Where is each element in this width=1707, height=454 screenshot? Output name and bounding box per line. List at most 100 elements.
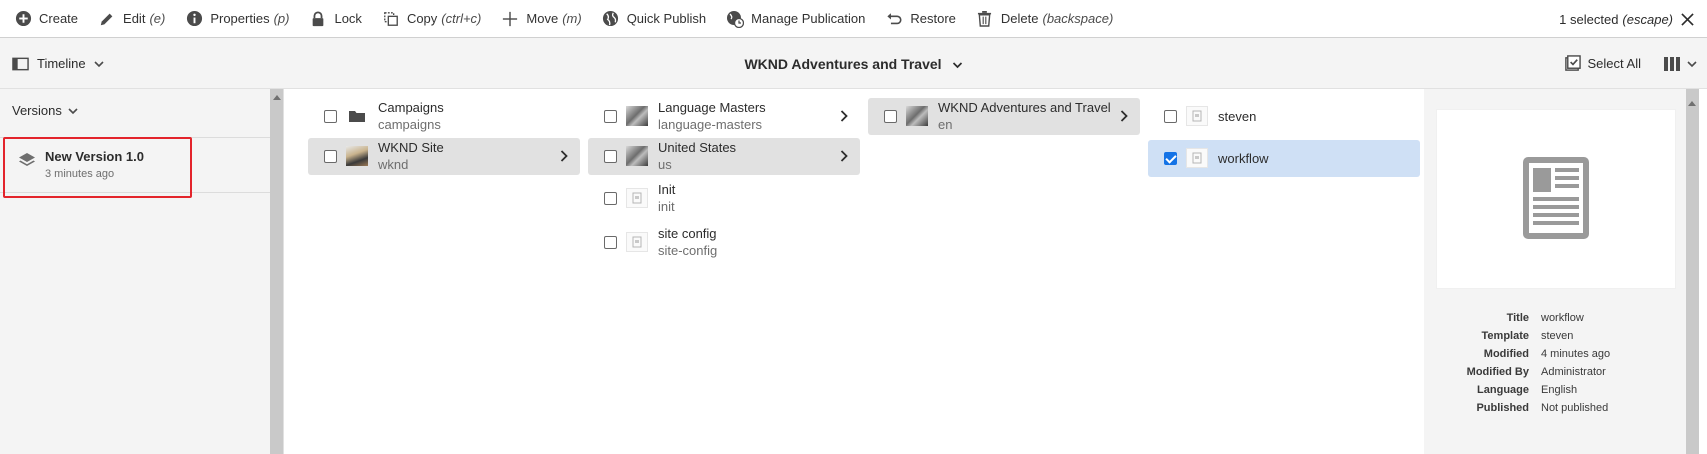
list-item-wknd-adventures[interactable]: WKND Adventures and Travel en: [868, 98, 1140, 135]
chevron-down-icon: [1687, 56, 1697, 71]
select-all-label: Select All: [1587, 56, 1641, 71]
copy-button[interactable]: Copy (ctrl+c): [374, 0, 489, 38]
meta-row: Title workflow: [1436, 309, 1686, 327]
column-view-icon: [1663, 56, 1681, 72]
meta-key: Modified: [1483, 348, 1529, 360]
document-icon: [1523, 156, 1589, 242]
edit-shortcut: (e): [149, 11, 166, 26]
checkbox[interactable]: [604, 192, 617, 205]
checkbox[interactable]: [884, 110, 897, 123]
meta-value: steven: [1541, 330, 1574, 342]
checkbox[interactable]: [604, 150, 617, 163]
preview-thumbnail: [1436, 109, 1676, 289]
list-item-wknd-site[interactable]: WKND Site wknd: [308, 138, 580, 175]
manage-publication-label: Manage Publication: [751, 11, 866, 26]
meta-key: Modified By: [1466, 366, 1529, 378]
column-4: steven workflow: [1144, 89, 1424, 454]
meta-row: Modified By Administrator: [1436, 363, 1686, 381]
item-name: language-masters: [658, 117, 763, 132]
lock-button[interactable]: Lock: [301, 0, 369, 38]
select-all-button[interactable]: Select All: [1564, 55, 1641, 72]
item-title: United States: [658, 140, 737, 155]
quick-publish-label: Quick Publish: [626, 11, 707, 26]
chevron-right-icon[interactable]: [1120, 110, 1128, 125]
meta-row: Language English: [1436, 381, 1686, 399]
info-icon: [185, 10, 203, 28]
lock-label: Lock: [334, 11, 362, 26]
move-icon: [501, 10, 519, 28]
page-thumbnail: [906, 106, 928, 126]
version-item[interactable]: New Version 1.0 3 minutes ago: [3, 137, 192, 198]
trash-icon: [976, 10, 994, 28]
rail-toggle-label: Timeline: [37, 56, 86, 71]
page-title: WKND Adventures and Travel: [744, 55, 942, 72]
close-icon[interactable]: [1679, 11, 1695, 27]
view-switcher[interactable]: [1663, 56, 1697, 72]
checkbox[interactable]: [604, 110, 617, 123]
meta-value: English: [1541, 384, 1578, 396]
meta-row: Template steven: [1436, 327, 1686, 345]
copy-icon: [382, 10, 400, 28]
rail-icon: [12, 57, 29, 71]
copy-label: Copy: [406, 11, 438, 26]
item-name: site-config: [658, 243, 718, 258]
checkbox[interactable]: [1164, 110, 1177, 123]
page-icon: [626, 188, 648, 208]
undo-icon: [885, 10, 903, 28]
rail-scrollbar[interactable]: [270, 89, 283, 454]
meta-row: Modified 4 minutes ago: [1436, 345, 1686, 363]
list-item-workflow[interactable]: workflow: [1148, 140, 1420, 177]
lock-icon: [309, 10, 327, 28]
list-item-steven[interactable]: steven: [1148, 98, 1420, 135]
page-icon: [1186, 148, 1208, 168]
properties-button[interactable]: Properties (p): [177, 0, 297, 38]
column-1: Campaigns campaigns WKND Site wknd: [284, 89, 584, 454]
properties-label: Properties: [210, 11, 270, 26]
globe-clock-icon: [726, 10, 745, 28]
checkbox[interactable]: [324, 110, 337, 123]
list-item-init[interactable]: Init init: [588, 180, 860, 217]
list-item-site-config[interactable]: site config site-config: [588, 224, 860, 261]
chevron-down-icon: [952, 56, 963, 72]
rail-toggle-button[interactable]: Timeline: [12, 38, 104, 89]
main-scrollbar[interactable]: [1686, 89, 1699, 454]
checkbox[interactable]: [604, 236, 617, 249]
page-title-area: WKND Adventures and Travel: [0, 38, 1707, 89]
edit-button[interactable]: Edit (e): [90, 0, 173, 38]
chevron-right-icon[interactable]: [840, 110, 848, 125]
checkbox-checked[interactable]: [1164, 152, 1177, 165]
move-button[interactable]: Move (m): [493, 0, 589, 38]
create-label: Create: [39, 11, 79, 26]
manage-publication-button[interactable]: Manage Publication: [718, 0, 873, 38]
list-item-campaigns[interactable]: Campaigns campaigns: [308, 98, 580, 135]
meta-value: Not published: [1541, 402, 1609, 414]
meta-key: Language: [1477, 384, 1529, 396]
list-item-united-states[interactable]: United States us: [588, 138, 860, 175]
page-thumbnail: [626, 146, 648, 166]
chevron-right-icon[interactable]: [560, 150, 568, 165]
column-3: WKND Adventures and Travel en: [864, 89, 1144, 454]
quick-publish-button[interactable]: Quick Publish: [594, 0, 714, 38]
restore-button[interactable]: Restore: [877, 0, 964, 38]
versions-dropdown[interactable]: Versions: [12, 103, 78, 118]
checkbox[interactable]: [324, 150, 337, 163]
page-icon: [1186, 106, 1208, 126]
chevron-right-icon[interactable]: [840, 150, 848, 165]
pencil-icon: [98, 10, 116, 28]
item-title: WKND Site: [378, 140, 444, 155]
properties-shortcut: (p): [273, 11, 290, 26]
list-item-language-masters[interactable]: Language Masters language-masters: [588, 98, 860, 135]
item-name: us: [658, 157, 672, 172]
page-title-dropdown[interactable]: WKND Adventures and Travel: [744, 56, 962, 72]
item-title: workflow: [1218, 151, 1269, 166]
item-name: campaigns: [378, 117, 441, 132]
item-name: wknd: [378, 157, 409, 172]
item-title: Language Masters: [658, 100, 766, 115]
meta-key: Template: [1481, 330, 1529, 342]
delete-button[interactable]: Delete (backspace): [968, 0, 1121, 38]
select-all-icon: [1564, 55, 1581, 72]
add-circle-icon: [14, 10, 32, 28]
meta-row: Published Not published: [1436, 399, 1686, 417]
title-bar: Timeline WKND Adventures and Travel Sele…: [0, 38, 1707, 89]
create-button[interactable]: Create: [6, 0, 86, 38]
